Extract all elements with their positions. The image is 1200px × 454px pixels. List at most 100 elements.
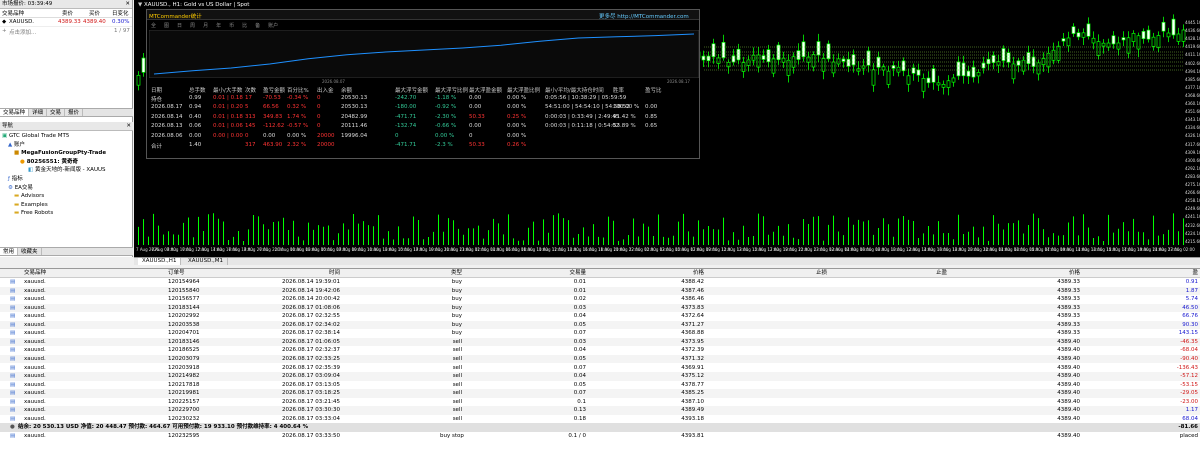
column-header[interactable]: 止损 bbox=[816, 269, 827, 278]
nav-broker[interactable]: ▣ GTC Global Trade MT5 bbox=[2, 132, 130, 141]
col-change[interactable]: 日变化 bbox=[112, 9, 129, 17]
panel-toolbar-item[interactable]: 账户 bbox=[268, 22, 278, 29]
cell: xauusd. bbox=[24, 433, 46, 440]
candle-body bbox=[781, 57, 786, 63]
panel-toolbar-item[interactable]: 图 bbox=[164, 22, 169, 29]
panel-toolbar-item[interactable]: 全 bbox=[151, 22, 156, 29]
table-row[interactable]: xauusd. 120183146 2026.08.17 01:06:05 sell 0… bbox=[0, 337, 1200, 347]
column-header[interactable]: 盈 bbox=[1160, 269, 1198, 278]
panel-toolbar-item[interactable]: 月 bbox=[203, 22, 208, 29]
nav-advisors[interactable]: ▬ Advisors bbox=[2, 192, 130, 201]
panel-toolbar-item[interactable]: 日 bbox=[177, 22, 182, 29]
column-header[interactable]: 价格 bbox=[1020, 269, 1080, 278]
table-row[interactable]: xauusd. 120225157 2026.08.17 03:21:45 sell 0… bbox=[0, 398, 1200, 407]
nav-experts[interactable]: ⚙ EA交易 bbox=[2, 184, 130, 193]
cell: 4389.33 bbox=[1057, 321, 1080, 328]
stats-cell: 2026.08.14 bbox=[151, 113, 183, 120]
candle-body bbox=[936, 82, 941, 86]
stats-cell: -242.70 bbox=[395, 95, 417, 101]
panel-toolbar-item[interactable]: 周 bbox=[190, 22, 195, 29]
cell: 2026.08.17 03:21:45 bbox=[282, 398, 340, 405]
tab-chart-m1[interactable]: XAUUSD.,M1 bbox=[184, 258, 229, 265]
candle-body bbox=[871, 69, 876, 86]
tab-ticks[interactable]: 报价 bbox=[65, 109, 84, 116]
tab-favorites[interactable]: 收藏夹 bbox=[18, 248, 42, 255]
stats-cell: 1.40 bbox=[189, 142, 202, 148]
table-row[interactable]: xauusd. 120183144 2026.08.17 01:08:06 buy 0.… bbox=[0, 303, 1200, 313]
panel-toolbar-item[interactable]: 年 bbox=[216, 22, 221, 29]
tab-details[interactable]: 详细 bbox=[29, 109, 48, 116]
close-icon[interactable]: ✕ bbox=[126, 122, 133, 131]
stats-row: 2026.08.06 0.00 0.00 | 0.00 0 0.00 0.00 % 2000… bbox=[147, 133, 699, 142]
col-ask[interactable]: 买价 bbox=[89, 9, 100, 17]
tab-common[interactable]: 常用 bbox=[0, 248, 19, 255]
col-bid[interactable]: 卖价 bbox=[62, 9, 73, 17]
tab-symbols[interactable]: 交易品种 bbox=[0, 109, 30, 116]
table-row[interactable]: xauusd. 120230232 2026.08.17 03:33:04 sell 0… bbox=[0, 415, 1200, 424]
table-row[interactable]: xauusd. 120154964 2026.08.14 19:39:01 buy 0.… bbox=[0, 278, 1200, 287]
column-header[interactable]: 订单号 bbox=[168, 269, 185, 278]
table-row[interactable]: xauusd. 120217818 2026.08.17 03:13:05 sell 0… bbox=[0, 381, 1200, 390]
candle-body bbox=[836, 58, 841, 65]
nav-free-robots[interactable]: ▬ Free Robots bbox=[2, 209, 130, 218]
candle-body bbox=[1166, 32, 1171, 38]
close-icon[interactable]: ✕ bbox=[125, 0, 132, 9]
table-row[interactable]: xauusd. 120202992 2026.08.17 02:32:55 buy 0.… bbox=[0, 312, 1200, 321]
candle-body bbox=[811, 54, 816, 68]
price-chart[interactable]: ▼ XAUUSD., H1: Gold vs US Dollar | Spot … bbox=[134, 0, 1200, 257]
table-row[interactable]: xauusd. 120186525 2026.08.17 02:32:37 sell 0… bbox=[0, 346, 1200, 355]
table-row[interactable]: xauusd. 120203918 2026.08.17 02:35:39 sell 0… bbox=[0, 364, 1200, 373]
table-row[interactable]: xauusd. 120156577 2026.08.14 20:00:42 buy 0.… bbox=[0, 295, 1200, 304]
table-row[interactable]: xauusd. 120229700 2026.08.17 03:30:30 sell 0… bbox=[0, 406, 1200, 415]
table-row[interactable]: xauusd. 120219981 2026.08.17 03:18:25 sell 0… bbox=[0, 389, 1200, 398]
candle-body bbox=[1111, 35, 1116, 45]
column-header[interactable]: 类型 bbox=[440, 269, 462, 278]
time-scale: 7 Aug 2026 7 Aug 08:00 7 Aug 10:00 7 Aug 12… bbox=[134, 247, 1195, 257]
panel-toolbar-item[interactable]: 比 bbox=[242, 22, 247, 29]
panel-toolbar-item[interactable]: 备 bbox=[255, 22, 260, 29]
equity-curve bbox=[149, 30, 699, 78]
mtcommander-link[interactable]: 更多尽 http://MTCommander.com bbox=[599, 12, 689, 20]
nav-indicators[interactable]: ƒ 指标 bbox=[2, 175, 130, 184]
symbol-icon: ◆ bbox=[2, 19, 7, 25]
symbol-row[interactable]: ◆ XAUUSD. 4389.33 4389.40 0.30% bbox=[0, 18, 132, 27]
candle-body bbox=[846, 58, 851, 67]
cell: 120156577 bbox=[168, 296, 200, 303]
add-symbol-row[interactable]: + 点击添加... 1 / 97 bbox=[0, 27, 132, 36]
tab-trading[interactable]: 交易 bbox=[47, 109, 66, 116]
col-symbol[interactable]: 交易品种 bbox=[2, 9, 24, 17]
nav-account[interactable]: ● 80256551: 黄奇奇 bbox=[2, 158, 130, 167]
column-header[interactable]: 时间 bbox=[260, 269, 340, 278]
nav-server[interactable]: ■ MegaFusionGroupPty-Trade bbox=[2, 149, 130, 158]
stats-cell: -70.53 bbox=[263, 95, 281, 101]
table-header[interactable]: 交易品种 订单号 时间 类型 交易量 价格 止损 止盈 价格 盈 bbox=[0, 269, 1200, 278]
nav-chart-ea[interactable]: ◧ 黄金天地的-新闻版 - XAUUS bbox=[2, 166, 130, 175]
cell: 4389.40 bbox=[1057, 398, 1080, 405]
table-row[interactable]: xauusd. 120155840 2026.08.14 19:42:06 buy 0.… bbox=[0, 286, 1200, 296]
stats-cell: 20530.13 bbox=[341, 95, 368, 101]
column-header[interactable]: 止盈 bbox=[936, 269, 947, 278]
table-row[interactable]: xauusd. 120214982 2026.08.17 03:09:04 sell 0… bbox=[0, 372, 1200, 381]
candle-body bbox=[706, 55, 711, 62]
table-row[interactable]: xauusd. 120204701 2026.08.17 02:38:14 buy 0.… bbox=[0, 329, 1200, 338]
chart-symbol-icon: ▼ bbox=[138, 2, 143, 8]
nav-examples[interactable]: ▬ Examples bbox=[2, 201, 130, 210]
table-row[interactable]: xauusd. 120203079 2026.08.17 02:33:25 sell 0… bbox=[0, 354, 1200, 364]
candle-body bbox=[801, 41, 806, 58]
cell: 1.17 bbox=[1185, 407, 1198, 414]
pending-order-row[interactable]: xauusd. 120232595 2026.08.17 03:33:50 buy s… bbox=[0, 432, 1200, 441]
column-header[interactable]: 交易品种 bbox=[24, 269, 46, 278]
tab-chart-h1[interactable]: XAUUSD.,H1 bbox=[138, 258, 182, 265]
panel-toolbar-item[interactable]: 币 bbox=[229, 22, 234, 29]
nav-accounts[interactable]: ▲ 账户 bbox=[2, 141, 130, 150]
stats-header-cell: 盈亏金额 bbox=[263, 88, 286, 94]
cell: xauusd. bbox=[24, 355, 46, 362]
stats-cell: 0.00 % bbox=[507, 104, 527, 111]
cell: 4372.39 bbox=[681, 347, 704, 354]
cell: 0.03 bbox=[573, 338, 586, 345]
column-header[interactable]: 价格 bbox=[640, 269, 704, 278]
stats-cell: 0:00:03 | 0:11:18 | 0:54:02 bbox=[545, 123, 620, 130]
column-header[interactable]: 交易量 bbox=[538, 269, 586, 278]
table-row[interactable]: xauusd. 120203538 2026.08.17 02:34:02 buy 0.… bbox=[0, 320, 1200, 330]
cell: 120230232 bbox=[168, 415, 200, 422]
